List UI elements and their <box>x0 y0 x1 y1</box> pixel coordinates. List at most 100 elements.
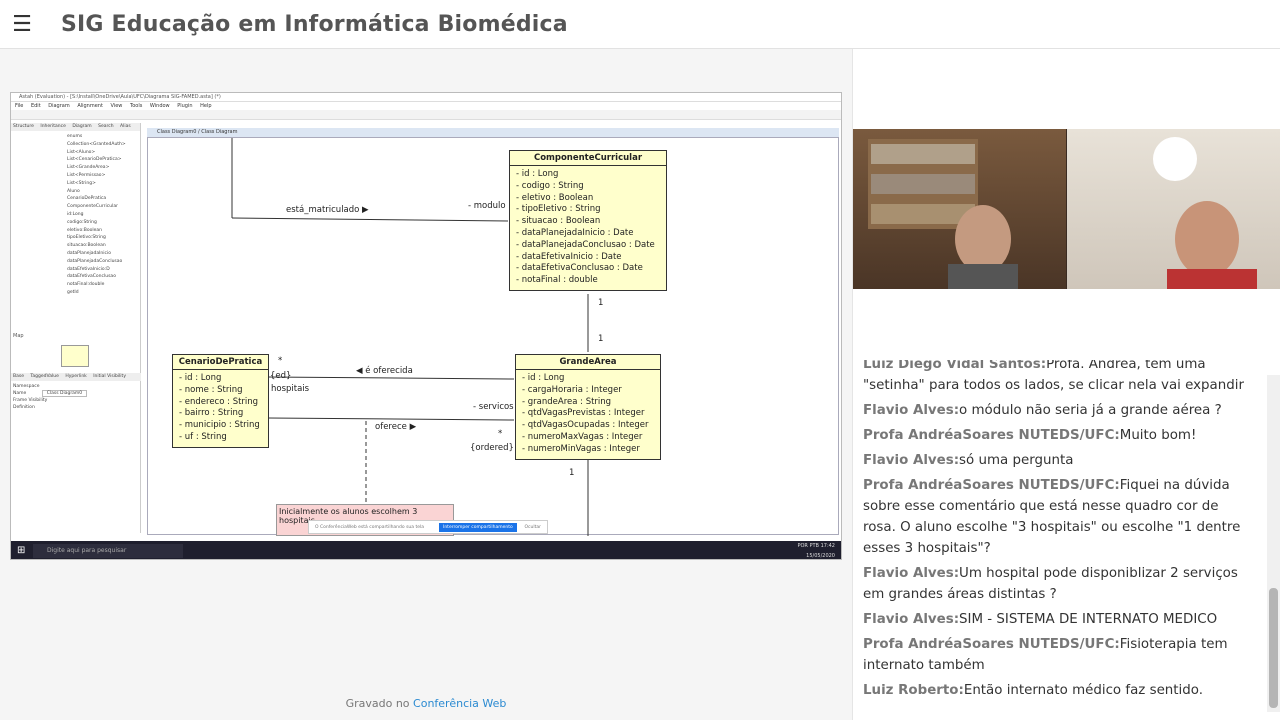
tree-item: notaFinal:double <box>67 282 105 288</box>
tab-visibility: Initial Visibility <box>93 374 126 379</box>
chat-scroll-thumb[interactable] <box>1269 588 1278 708</box>
chat-author: Flavio Alves: <box>863 453 960 468</box>
constraint-ed: {ed} <box>270 371 292 381</box>
menu-item: Window <box>149 103 170 109</box>
menu-bar: File Edit Diagram Alignment View Tools W… <box>11 102 841 110</box>
webcam-panel <box>853 129 1280 289</box>
tab-search: Search <box>98 124 114 129</box>
attribute: - dataEfetivaConclusao : Date <box>516 263 643 274</box>
attribute: - uf : String <box>179 431 227 442</box>
attribute: - id : Long <box>516 169 559 179</box>
class-name: CenarioDePratica <box>173 355 268 370</box>
field-value: Class Diagram0 <box>41 390 88 397</box>
role-label-modulo: - modulo <box>468 201 506 211</box>
left-tabs: Structure Inheritance Diagram Search Ali… <box>11 123 140 131</box>
multiplicity: 1 <box>598 334 604 344</box>
chat-text: Então internato médico faz sentido. <box>963 683 1203 698</box>
class-name: GrandeArea <box>516 355 660 370</box>
footer-link[interactable]: Conferência Web <box>413 697 506 710</box>
role-label-servicos: - servicos <box>473 402 514 412</box>
tree-item: List<Aluno> <box>67 149 96 155</box>
chat-panel: Luiz Diego Vidal Santos:Profa. Andréa, t… <box>853 360 1263 712</box>
attribute: - notaFinal : double <box>516 275 598 286</box>
constraint-ordered: {ordered} <box>470 443 514 453</box>
tab-structure: Structure <box>13 124 34 129</box>
tree-item: tipoEletivo:String <box>67 235 106 241</box>
chat-message: Profa AndréaSoares NUTEDS/UFC:Fiquei na … <box>863 475 1253 559</box>
chat-message: Flavio Alves:SIM - SISTEMA DE INTERNATO … <box>863 609 1253 630</box>
chat-text: SIM - SISTEMA DE INTERNATO MEDICO <box>959 612 1218 627</box>
assoc-label-matriculado: está_matriculado ▶ <box>286 205 369 215</box>
menu-item: File <box>15 103 24 109</box>
class-name: ComponenteCurricular <box>510 151 666 166</box>
chat-scrollbar[interactable] <box>1267 375 1280 712</box>
structure-panel: Structure Inheritance Diagram Search Ali… <box>11 123 141 533</box>
tab-hyperlink: Hyperlink <box>65 374 87 379</box>
chat-message: Flavio Alves:só uma pergunta <box>863 450 1253 471</box>
tree-item: dataPlanejadaConclusao <box>67 258 123 264</box>
tab-alias: Alias <box>120 124 131 129</box>
stop-sharing-button[interactable]: Interromper compartilhamento <box>439 523 517 532</box>
diagram-connectors <box>231 138 589 536</box>
attribute: - qtdVagasOcupadas : Integer <box>522 420 649 431</box>
tree-item: Collection<GrantedAuth> <box>67 141 126 147</box>
field-label: Definition <box>13 405 35 410</box>
field-row: Name Class Diagram0 <box>13 390 88 397</box>
field-label: Frame Visibility <box>13 398 48 403</box>
assoc-label-oferecida: ◀ é oferecida <box>356 366 413 376</box>
class-cenario-de-pratica[interactable]: CenarioDePratica - id : Long - nome : St… <box>172 354 269 448</box>
lang-indicator: POR PTB <box>797 543 819 549</box>
tree-item: eletivo:Boolean <box>67 227 102 233</box>
tree-item: situacao:Boolean <box>67 243 106 249</box>
class-componente-curricular[interactable]: ComponenteCurricular - id : Long - codig… <box>509 150 667 291</box>
attribute: - qtdVagasPrevistas : Integer <box>522 408 645 419</box>
tree-item: Aluno <box>67 188 80 194</box>
multiplicity: * <box>498 429 503 439</box>
tab-diagram: Diagram <box>72 124 92 129</box>
tree-item: dataEfetivaInicio:D <box>67 266 110 272</box>
diagram-tab: Class Diagram0 / Class Diagram <box>147 128 839 137</box>
attribute: - numeroMaxVagas : Integer <box>522 431 643 442</box>
attribute: - id : Long <box>522 373 565 383</box>
chat-message: Profa AndréaSoares NUTEDS/UFC:Muito bom! <box>863 425 1253 446</box>
taskbar-search: Digite aqui para pesquisar <box>33 544 183 558</box>
attribute: - eletivo : Boolean <box>516 192 594 203</box>
menu-icon[interactable]: ☰ <box>0 0 44 49</box>
tree-item: dataPlanejadaInicio <box>67 250 112 256</box>
attribute: - cargaHoraria : Integer <box>522 384 622 395</box>
attribute: - id : Long <box>179 373 222 383</box>
menu-item: View <box>110 103 123 109</box>
tree-item: List<String> <box>67 180 96 186</box>
tree-item: ComponenteCurricular <box>67 204 118 210</box>
tree-item: codigo:String <box>67 219 97 225</box>
attribute: - codigo : String <box>516 180 584 191</box>
chat-message: Luiz Diego Vidal Santos:Profa. Andréa, t… <box>863 360 1253 396</box>
chat-text: o módulo não seria já a grande aérea ? <box>959 403 1222 418</box>
class-grande-area[interactable]: GrandeArea - id : Long - cargaHoraria : … <box>515 354 661 460</box>
bookshelf-scene <box>868 139 1018 289</box>
role-label-hospitais: hospitais <box>271 384 310 394</box>
chat-author: Luiz Diego Vidal Santos: <box>863 360 1047 372</box>
chat-message: Luiz Roberto:Então internato médico faz … <box>863 680 1253 701</box>
share-notice-text: O ConferênciaWeb está compartilhando sua… <box>315 525 424 530</box>
tree-item: CenarioDePratica <box>67 196 107 202</box>
tab-taggedvalue: TaggedValue <box>30 374 59 379</box>
chat-message: Profa AndréaSoares NUTEDS/UFC:Fisioterap… <box>863 634 1253 676</box>
webcam-participant-2 <box>1067 129 1280 289</box>
chat-author: Flavio Alves: <box>863 612 960 627</box>
tree-item: getId <box>67 289 79 295</box>
tree-item: enums <box>67 134 83 139</box>
attribute: - dataPlanejadaInicio : Date <box>516 227 634 238</box>
menu-item: Alignment <box>77 103 103 109</box>
model-tree: enums Collection<GrantedAuth> List<Aluno… <box>11 131 140 297</box>
tab-inheritance: Inheritance <box>40 124 66 129</box>
windows-start-icon: ⊞ <box>17 545 26 556</box>
chat-text: Muito bom! <box>1119 428 1197 443</box>
chat-text: só uma pergunta <box>959 453 1074 468</box>
tab-base: Base <box>13 374 24 379</box>
class-attributes: - id : Long - codigo : String - eletivo … <box>510 166 666 290</box>
chat-message: Flavio Alves:o módulo não seria já a gra… <box>863 400 1253 421</box>
multiplicity: 1 <box>569 468 575 478</box>
webcam-participant-1 <box>853 129 1066 289</box>
hide-button[interactable]: Ocultar <box>525 521 542 535</box>
